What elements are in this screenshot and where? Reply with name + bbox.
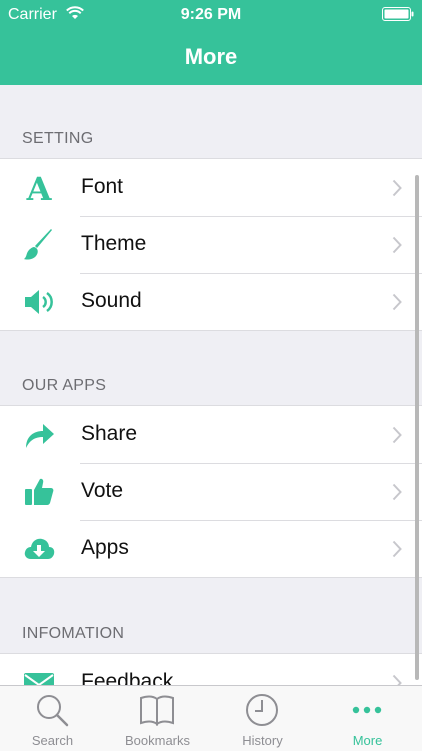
chevron-right-icon bbox=[392, 426, 402, 444]
row-sound[interactable]: Sound bbox=[0, 273, 422, 330]
brush-icon bbox=[24, 229, 52, 260]
tab-label: Search bbox=[31, 733, 74, 748]
row-font[interactable]: A Font bbox=[0, 159, 422, 216]
row-feedback[interactable]: Feedback bbox=[0, 654, 422, 685]
row-label: Vote bbox=[81, 479, 124, 502]
row-label: Share bbox=[81, 422, 138, 445]
envelope-icon bbox=[24, 673, 54, 685]
status-bar: Carrier 9:26 PM bbox=[0, 0, 422, 30]
row-theme[interactable]: Theme bbox=[0, 216, 422, 273]
tab-bookmarks[interactable]: Bookmarks bbox=[105, 686, 210, 751]
font-icon: A bbox=[26, 171, 53, 205]
thumbs-up-icon bbox=[25, 478, 54, 505]
tab-history[interactable]: History bbox=[210, 686, 315, 751]
chevron-right-icon bbox=[392, 483, 402, 501]
infomation-group: Feedback bbox=[0, 653, 422, 685]
chevron-right-icon bbox=[392, 293, 402, 311]
book-icon bbox=[140, 695, 174, 726]
section-header-our-apps: OUR APPS bbox=[22, 377, 107, 394]
chevron-right-icon bbox=[392, 179, 402, 197]
cloud-download-icon bbox=[24, 538, 55, 559]
chevron-right-icon bbox=[392, 540, 402, 558]
tab-label: More bbox=[352, 733, 383, 748]
tab-bar: Search Bookmarks History More bbox=[0, 685, 422, 751]
chevron-right-icon bbox=[392, 674, 402, 685]
section-header-infomation: INFOMATION bbox=[22, 625, 125, 642]
row-label: Sound bbox=[81, 289, 142, 312]
battery-icon bbox=[382, 7, 414, 21]
search-icon bbox=[37, 695, 69, 727]
section-header-setting: SETTING bbox=[22, 130, 94, 147]
row-vote[interactable]: Vote bbox=[0, 463, 422, 520]
tab-search[interactable]: Search bbox=[0, 686, 105, 751]
settings-list[interactable]: SETTING A Font Theme Sound OUR APPS Shar… bbox=[0, 85, 422, 685]
tab-label: History bbox=[242, 733, 283, 748]
nav-header: Carrier 9:26 PM More bbox=[0, 0, 422, 85]
row-share[interactable]: Share bbox=[0, 406, 422, 463]
svg-text:A: A bbox=[26, 171, 53, 205]
chevron-right-icon bbox=[392, 236, 402, 254]
scrollbar[interactable] bbox=[415, 175, 419, 680]
row-label: Font bbox=[81, 175, 124, 198]
setting-group: A Font Theme Sound bbox=[0, 158, 422, 331]
status-time: 9:26 PM bbox=[180, 6, 242, 23]
row-apps[interactable]: Apps bbox=[0, 520, 422, 577]
speaker-icon bbox=[25, 290, 53, 314]
tab-label: Bookmarks bbox=[124, 733, 191, 748]
tab-more[interactable]: More bbox=[315, 686, 420, 751]
row-label: Feedback bbox=[81, 670, 174, 685]
row-label: Theme bbox=[81, 232, 147, 255]
row-label: Apps bbox=[81, 536, 129, 559]
page-title: More bbox=[184, 44, 238, 69]
more-dots-icon bbox=[352, 706, 382, 714]
share-arrow-icon bbox=[26, 424, 54, 448]
our-apps-group: Share Vote Apps bbox=[0, 405, 422, 578]
clock-icon bbox=[246, 694, 278, 726]
